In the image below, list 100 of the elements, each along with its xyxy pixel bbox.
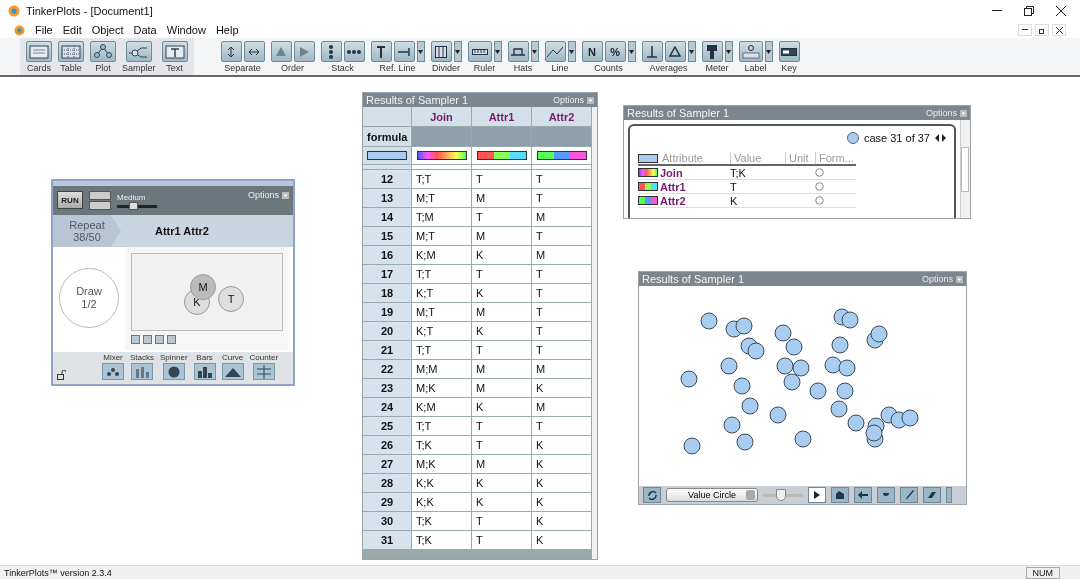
dropdown-button[interactable]: [764, 41, 773, 62]
line-chart-icon: [547, 46, 563, 57]
minimize-icon[interactable]: [1018, 24, 1032, 36]
toolbar-button[interactable]: [393, 41, 415, 62]
row-header: formula: [363, 127, 411, 146]
attribute-name[interactable]: Attr2: [660, 194, 730, 207]
case-color-swatch: [638, 153, 658, 163]
pause-button[interactable]: [89, 190, 111, 200]
app-logo-icon: [8, 5, 20, 17]
menu-item[interactable]: Edit: [62, 24, 82, 36]
row-number: 12: [363, 170, 411, 188]
column-header[interactable]: Join: [412, 107, 471, 126]
device-button[interactable]: Counter: [249, 353, 279, 380]
toolbar-button[interactable]: [320, 41, 342, 62]
row-number: 15: [363, 227, 411, 245]
formula-cell[interactable]: [532, 127, 591, 146]
prev-next-arrows-icon[interactable]: [935, 134, 946, 142]
dropdown-button[interactable]: [687, 41, 696, 62]
toolbar-button[interactable]: [778, 41, 800, 62]
slider-thumb[interactable]: [776, 488, 786, 501]
dropdown-button[interactable]: [453, 41, 462, 62]
table-cell: K: [472, 322, 531, 340]
table-cell: T: [472, 436, 531, 454]
scrollbar[interactable]: [960, 120, 970, 218]
toolbar-button[interactable]: [370, 41, 392, 62]
restore-icon[interactable]: [1035, 24, 1049, 36]
reference-line-icon: [376, 45, 386, 58]
toolbar-button[interactable]: [738, 41, 763, 62]
toolbar-button[interactable]: [430, 41, 452, 62]
tool-button[interactable]: [831, 487, 849, 503]
row-number: 27: [363, 455, 411, 473]
caret-icon: [629, 49, 634, 54]
mixer-icon: [106, 366, 120, 377]
pointer-button[interactable]: [808, 487, 826, 503]
tool-button[interactable]: [900, 487, 918, 503]
toolbar-button[interactable]: N: [581, 41, 603, 62]
toolbar-button[interactable]: [664, 41, 686, 62]
run-button[interactable]: RUN: [57, 191, 83, 210]
close-icon[interactable]: [1056, 6, 1066, 16]
table-cell: K: [472, 493, 531, 511]
rerandomize-button[interactable]: [643, 487, 661, 503]
triangle-up-icon: [276, 47, 286, 56]
table-cell: K;K: [412, 474, 471, 492]
toolbar-handle[interactable]: [946, 487, 952, 503]
dropdown-button[interactable]: [416, 41, 425, 62]
column-header[interactable]: Attr2: [532, 107, 591, 126]
options-button[interactable]: Options: [247, 190, 289, 200]
toolbar-button[interactable]: [220, 41, 242, 62]
toolbar-button[interactable]: [343, 41, 365, 62]
table-cell: K: [532, 436, 591, 454]
column-header[interactable]: Attr1: [472, 107, 531, 126]
toolbar-button[interactable]: [467, 41, 492, 62]
ball[interactable]: T: [218, 285, 244, 312]
attribute-name[interactable]: Attr1: [660, 180, 730, 193]
table-cell: K: [532, 474, 591, 492]
attribute-name[interactable]: Join: [660, 166, 730, 179]
slider-thumb[interactable]: [129, 201, 138, 210]
table-cell: T: [472, 531, 531, 549]
tool-button[interactable]: [877, 487, 895, 503]
speed-slider[interactable]: [117, 204, 157, 208]
toolbar-button[interactable]: [701, 41, 723, 62]
menu-item[interactable]: Help: [215, 24, 239, 36]
dropdown-button[interactable]: [627, 41, 636, 62]
formula-cell[interactable]: [472, 127, 531, 146]
formula-cell[interactable]: [412, 127, 471, 146]
table-cell: M;K: [412, 455, 471, 473]
table-cell: K: [532, 531, 591, 549]
toolbar-button[interactable]: [641, 41, 663, 62]
attribute-value[interactable]: T: [730, 180, 785, 193]
toolbar-button[interactable]: [544, 41, 566, 62]
caret-icon: [689, 49, 694, 54]
text-icon: [164, 44, 185, 59]
attribute-value[interactable]: K: [730, 194, 785, 207]
toolbar-label: Cards: [27, 63, 51, 73]
dropdown-button[interactable]: [567, 41, 576, 62]
row-number: 20: [363, 322, 411, 340]
restore-icon[interactable]: [1024, 6, 1034, 16]
icon-type-dropdown[interactable]: Value Circle: [666, 488, 758, 502]
tool-button[interactable]: [854, 487, 872, 503]
row-number: 17: [363, 265, 411, 283]
toolbar-label: Separate: [224, 63, 261, 73]
lock-icon[interactable]: [57, 370, 66, 380]
toolbar-button[interactable]: [507, 41, 529, 62]
dropdown-button[interactable]: [530, 41, 539, 62]
minimize-icon[interactable]: [992, 10, 1002, 12]
menu-item[interactable]: File: [35, 24, 53, 36]
dropdown-button[interactable]: [724, 41, 733, 62]
tool-button[interactable]: [923, 487, 941, 503]
attribute-value[interactable]: T;K: [730, 166, 785, 179]
column-header: Attribute: [661, 152, 704, 164]
toolbar-button[interactable]: [243, 41, 265, 62]
table-cell: M;T: [412, 303, 471, 321]
menu-item[interactable]: Data: [133, 24, 157, 36]
stop-button[interactable]: [89, 200, 111, 210]
toolbar-label: Hats: [513, 63, 533, 73]
menu-item[interactable]: Object: [91, 24, 124, 36]
menu-item[interactable]: Window: [166, 24, 206, 36]
caret-icon: [766, 49, 771, 54]
dropdown-button[interactable]: [493, 41, 502, 62]
toolbar-button[interactable]: %: [604, 41, 626, 62]
